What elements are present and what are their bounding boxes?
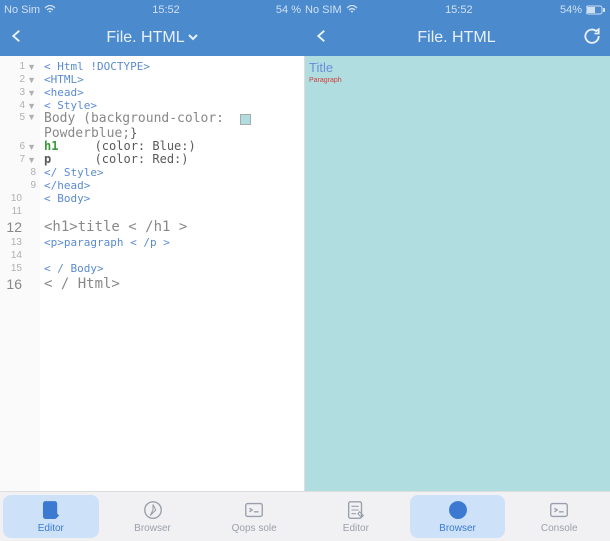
editor-icon bbox=[40, 499, 62, 521]
line-number: 4 bbox=[20, 100, 26, 111]
code-line[interactable]: <h1>title < /h1 > bbox=[44, 218, 302, 236]
line-number: 15 bbox=[11, 263, 22, 274]
console-icon bbox=[548, 499, 570, 521]
code-line[interactable] bbox=[44, 249, 302, 262]
status-bar: No Sim 15:52 54 % No SIM 15:52 54% bbox=[0, 0, 610, 20]
line-gutter: 1▼2▼3▼4▼5▼6▼7▼8910111213141516 bbox=[0, 56, 40, 491]
fold-icon[interactable]: ▼ bbox=[27, 112, 36, 122]
line-number: 9 bbox=[30, 180, 36, 191]
refresh-button[interactable] bbox=[582, 26, 602, 51]
back-button-right[interactable] bbox=[313, 27, 331, 50]
preview-heading: Title bbox=[309, 60, 606, 75]
code-line[interactable]: <head> bbox=[44, 86, 302, 99]
tab-label: Qops sole bbox=[232, 523, 277, 534]
line-number: 14 bbox=[11, 250, 22, 261]
line-number: 6 bbox=[20, 141, 26, 152]
code-area[interactable]: < Html !DOCTYPE><HTML><head>< Style>Body… bbox=[40, 56, 304, 491]
file-title-left: File. HTML bbox=[106, 29, 184, 47]
line-number: 1 bbox=[20, 61, 26, 72]
tab-label: Browser bbox=[134, 523, 171, 534]
code-line[interactable]: </ Style> bbox=[44, 166, 302, 179]
code-line[interactable]: <p>paragraph < /p > bbox=[44, 236, 302, 249]
bottom-tab-bar: Editor Browser Qops sole Editor Browser Conso… bbox=[0, 491, 610, 541]
line-number: 5 bbox=[20, 112, 26, 123]
tab-console[interactable]: Qops sole bbox=[206, 495, 302, 538]
nav-bar-left: File. HTML bbox=[0, 20, 305, 56]
battery-icon bbox=[586, 5, 606, 15]
tab-label: Editor bbox=[343, 523, 369, 534]
line-number: 8 bbox=[30, 167, 36, 178]
file-title-dropdown[interactable]: File. HTML bbox=[106, 29, 198, 47]
browser-preview-pane[interactable]: Title Paragraph bbox=[305, 56, 610, 491]
time-left: 15:52 bbox=[152, 4, 180, 16]
code-line[interactable]: < / Html> bbox=[44, 275, 302, 293]
tab-label: Browser bbox=[439, 523, 476, 534]
line-number: 11 bbox=[12, 206, 22, 217]
fold-icon[interactable]: ▼ bbox=[27, 155, 36, 165]
compass-icon bbox=[447, 499, 469, 521]
line-number: 3 bbox=[20, 87, 26, 98]
line-number: 2 bbox=[20, 74, 26, 85]
code-line[interactable]: p (color: Red:) bbox=[44, 153, 302, 166]
fold-icon[interactable]: ▼ bbox=[27, 75, 36, 85]
code-line[interactable] bbox=[44, 205, 302, 218]
preview-paragraph: Paragraph bbox=[309, 77, 606, 84]
line-number: 10 bbox=[11, 193, 22, 204]
code-editor-pane[interactable]: 1▼2▼3▼4▼5▼6▼7▼8910111213141516 < Html !D… bbox=[0, 56, 305, 491]
line-number: 12 bbox=[6, 218, 22, 236]
tab-console2[interactable]: Console bbox=[511, 495, 607, 538]
code-line[interactable]: < Body> bbox=[44, 192, 302, 205]
code-line[interactable]: </head> bbox=[44, 179, 302, 192]
file-title-right: File. HTML bbox=[417, 29, 495, 47]
back-button-left[interactable] bbox=[8, 27, 26, 50]
time-right: 15:52 bbox=[445, 4, 473, 16]
compass-icon bbox=[142, 499, 164, 521]
fold-icon[interactable]: ▼ bbox=[27, 142, 36, 152]
battery-pct-left: 54 % bbox=[276, 4, 301, 16]
code-line[interactable]: Body (background-color: Powderblue;} bbox=[44, 112, 302, 140]
battery-pct-right: 54% bbox=[560, 4, 582, 16]
chevron-down-icon bbox=[187, 31, 199, 46]
tab-label: Editor bbox=[38, 523, 64, 534]
color-swatch bbox=[240, 114, 251, 125]
line-number: 16 bbox=[6, 275, 22, 293]
editor-icon bbox=[345, 499, 367, 521]
code-line[interactable]: < / Body> bbox=[44, 262, 302, 275]
fold-icon[interactable]: ▼ bbox=[27, 62, 36, 72]
line-number: 13 bbox=[11, 237, 22, 248]
fold-icon[interactable]: ▼ bbox=[27, 101, 36, 111]
tab-browser2[interactable]: Browser bbox=[410, 495, 506, 538]
tab-editor2[interactable]: Editor bbox=[308, 495, 404, 538]
carrier-right: No SIM bbox=[305, 4, 342, 16]
wifi-icon bbox=[346, 5, 358, 15]
line-number: 7 bbox=[20, 154, 26, 165]
code-line[interactable]: <HTML> bbox=[44, 73, 302, 86]
nav-bar-right: File. HTML bbox=[305, 20, 610, 56]
tab-browser[interactable]: Browser bbox=[105, 495, 201, 538]
code-line[interactable]: < Html !DOCTYPE> bbox=[44, 60, 302, 73]
fold-icon[interactable]: ▼ bbox=[27, 88, 36, 98]
tab-label: Console bbox=[541, 523, 578, 534]
carrier-left: No Sim bbox=[4, 4, 40, 16]
tab-editor[interactable]: Editor bbox=[3, 495, 99, 538]
console-icon bbox=[243, 499, 265, 521]
wifi-icon bbox=[44, 5, 56, 15]
